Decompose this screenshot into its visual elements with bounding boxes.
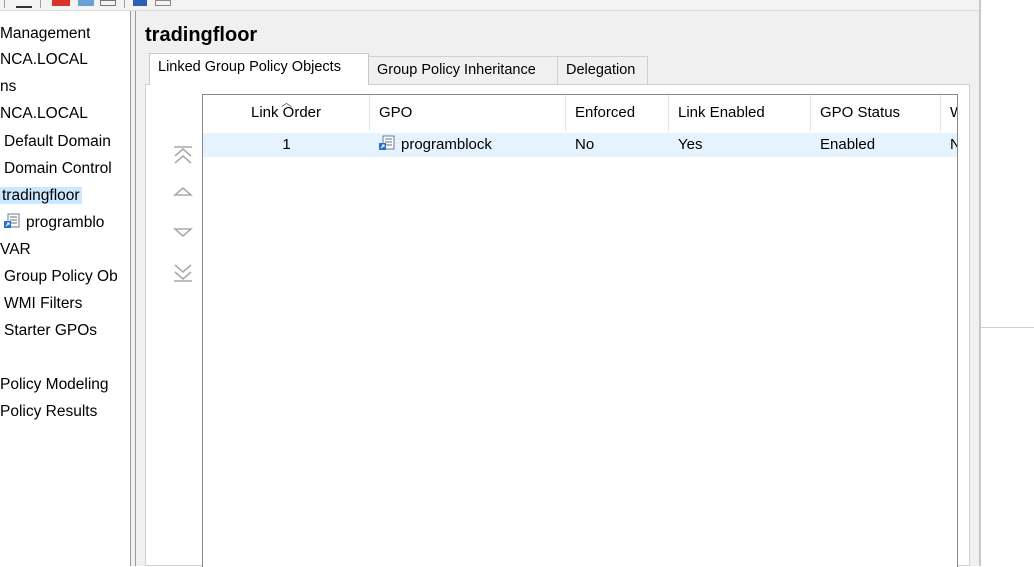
col-header-link-order[interactable]: ︿ Link Order xyxy=(203,95,370,131)
move-up-icon[interactable] xyxy=(172,181,194,203)
tree-item-tradingfloor[interactable]: tradingfloor xyxy=(0,183,82,209)
col-header-wmi-filter[interactable]: W xyxy=(941,95,957,131)
col-header-link-enabled[interactable]: Link Enabled xyxy=(669,95,811,131)
properties-icon[interactable] xyxy=(16,0,32,8)
details-pane: tradingfloor Linked Group Policy Objects… xyxy=(136,11,981,567)
tree-item-forest[interactable]: NCA.LOCAL xyxy=(0,47,88,73)
toolbar xyxy=(0,0,985,11)
background-divider xyxy=(981,327,1034,328)
tree-item-management[interactable]: Management xyxy=(0,21,90,47)
tree-item-var[interactable]: VAR xyxy=(0,237,31,263)
tree-item-starter-gpos[interactable]: Starter GPOs xyxy=(4,318,97,344)
tab-linked-gpos[interactable]: Linked Group Policy Objects xyxy=(149,53,369,85)
toolbar-separator xyxy=(40,0,41,8)
linked-gpo-list[interactable]: ︿ Link Order GPO Enforced Link Enabled G… xyxy=(202,94,958,567)
tree-item-domain[interactable]: NCA.LOCAL xyxy=(0,101,88,127)
col-header-enforced[interactable]: Enforced xyxy=(566,95,669,131)
page-title: tradingfloor xyxy=(145,24,258,46)
help-icon[interactable] xyxy=(133,0,147,6)
tab-gp-inheritance[interactable]: Group Policy Inheritance xyxy=(368,56,558,84)
cell-enforced: No xyxy=(575,136,595,153)
cell-link-enabled: Yes xyxy=(678,136,703,153)
cell-wmi-filter: N xyxy=(950,133,957,157)
toolbar-separator xyxy=(124,0,125,8)
linked-gpos-panel: ︿ Link Order GPO Enforced Link Enabled G… xyxy=(145,84,970,567)
background-window xyxy=(981,0,1034,566)
gpo-link-icon xyxy=(4,213,20,228)
delete-icon[interactable] xyxy=(52,0,70,6)
toolbar-separator xyxy=(4,0,5,8)
cell-gpo-status: Enabled xyxy=(820,136,876,153)
refresh-icon[interactable] xyxy=(78,0,94,6)
tree-item-default-domain-policy[interactable]: Default Domain xyxy=(4,129,111,155)
move-bottom-icon[interactable] xyxy=(172,261,194,283)
tree-item-programblock-link[interactable]: programblo xyxy=(4,210,104,236)
tree-item-policy-results[interactable]: Policy Results xyxy=(0,399,97,425)
view-icon[interactable] xyxy=(155,0,171,6)
console-tree: Management NCA.LOCAL ns NCA.LOCAL Defaul… xyxy=(0,11,130,566)
col-header-gpo[interactable]: GPO xyxy=(370,95,566,131)
move-down-icon[interactable] xyxy=(172,221,194,243)
tree-item-domain-controllers[interactable]: Domain Control xyxy=(4,156,112,182)
col-header-gpo-status[interactable]: GPO Status xyxy=(811,95,941,131)
gpo-link-icon xyxy=(379,135,395,150)
tree-item-domains[interactable]: ns xyxy=(0,74,16,100)
sort-ascending-icon: ︿ xyxy=(281,97,292,109)
export-icon[interactable] xyxy=(100,0,116,6)
tree-item-wmi-filters[interactable]: WMI Filters xyxy=(4,291,82,317)
cell-link-order: 1 xyxy=(282,136,291,153)
tab-delegation[interactable]: Delegation xyxy=(557,56,648,84)
tree-item-group-policy-objects[interactable]: Group Policy Ob xyxy=(4,264,118,290)
cell-gpo[interactable]: programblock xyxy=(379,133,565,157)
move-top-icon[interactable] xyxy=(172,145,194,167)
tree-item-policy-modeling[interactable]: Policy Modeling xyxy=(0,372,109,398)
